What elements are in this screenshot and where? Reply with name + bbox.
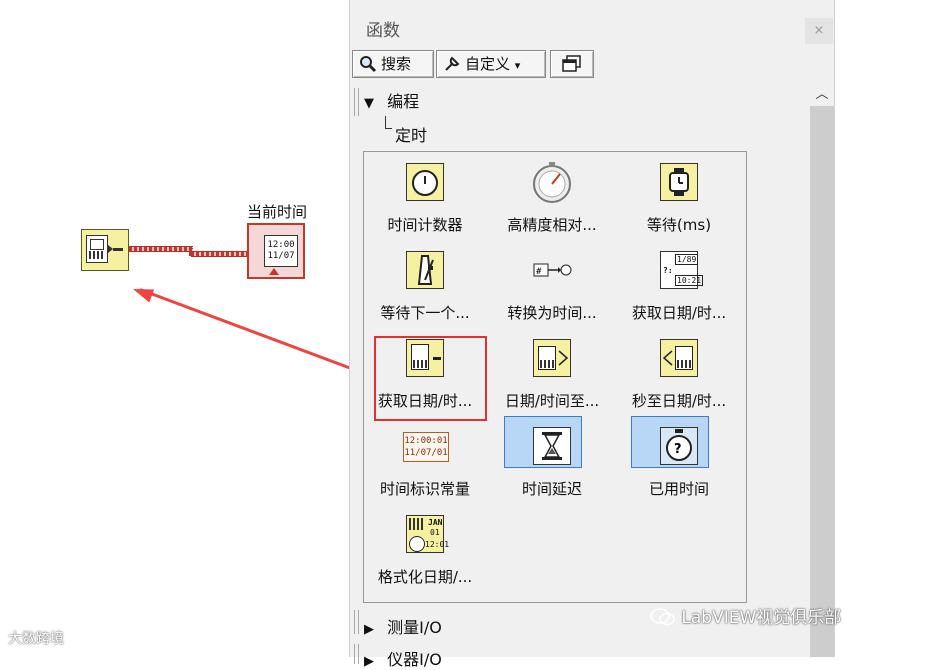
indicator-time-text: 12:00	[267, 240, 295, 250]
search-icon	[360, 56, 377, 73]
fn-label: 已用时间	[648, 480, 709, 498]
brand-watermark: LabVIEW视觉俱乐部	[650, 603, 841, 628]
get-date-time-string-icon: 1/89 10:21 ?:	[657, 248, 704, 292]
wait-ms-icon	[657, 160, 701, 204]
get-date-time-node[interactable]	[81, 229, 129, 271]
fn-label: 秒至日期/时...	[631, 392, 727, 410]
output-terminal[interactable]	[108, 245, 123, 253]
timestamp-wire-segment-2[interactable]	[191, 251, 249, 257]
brand-watermark-text: LabVIEW视觉俱乐部	[681, 608, 842, 628]
hash-question-glyph: ?:	[663, 266, 673, 275]
search-button[interactable]: 搜索	[352, 50, 434, 78]
fn-label: 时间标识常量	[379, 480, 470, 498]
fn-label: 等待(ms)	[646, 216, 712, 234]
seconds-to-date-time-icon	[657, 336, 701, 380]
tree-edge-1	[354, 88, 359, 116]
category-measurement-io[interactable]: ▶ 测量I/O	[364, 614, 442, 638]
annotation-highlight-box	[374, 336, 487, 421]
scrollbar-thumb[interactable]	[810, 106, 834, 657]
caret-right-icon: ▶	[364, 654, 374, 669]
metronome-icon	[403, 248, 447, 292]
convert-to-timestamp-icon: #	[530, 248, 574, 292]
tick-count-icon	[403, 160, 447, 204]
fn-wait-ms[interactable]: 等待(ms)	[617, 160, 741, 235]
tree-edge-2	[354, 610, 359, 634]
close-button[interactable]: ×	[805, 18, 833, 44]
fn-timestamp-constant[interactable]: 12:00:01 11/07/01 时间标识常量	[363, 424, 487, 499]
fn-seconds-to-date-time[interactable]: 秒至日期/时...	[617, 336, 741, 411]
category-measurement-io-label: 测量I/O	[387, 618, 442, 637]
customize-label: 自定义	[465, 55, 511, 73]
format-date-time-icon: JAN 01 12:01	[403, 512, 450, 556]
current-time-indicator[interactable]: 12:00 11/07	[247, 223, 305, 279]
category-programming-label: 编程	[387, 92, 420, 111]
customize-button[interactable]: 自定义 ▾	[436, 50, 546, 78]
fn-tick-count[interactable]: 时间计数器	[363, 160, 487, 235]
category-instrument-io-label: 仪器I/O	[387, 650, 442, 669]
fn-date-time-to-seconds[interactable]: 日期/时间至...	[490, 336, 614, 411]
wrench-icon	[445, 56, 460, 71]
fn-format-date-time[interactable]: JAN 01 12:01 格式化日期/...	[363, 512, 487, 587]
const-date-text: 11/07/01	[404, 448, 448, 458]
subcategory-timing[interactable]: 定时	[384, 116, 427, 146]
calendar-icon	[86, 235, 108, 263]
corner-watermark: 大数跨境	[8, 631, 64, 647]
svg-text:#: #	[536, 267, 542, 277]
annotation-arrow-line	[139, 288, 373, 378]
caret-down-icon: ▼	[364, 96, 374, 111]
chevron-down-icon: ▾	[514, 59, 521, 72]
format-day-text: 01	[430, 528, 440, 537]
fn-label: 时间延迟	[521, 480, 582, 498]
fn-time-delay[interactable]: 时间延迟	[490, 416, 614, 499]
stopwatch-icon	[530, 160, 574, 204]
time-display: 12:00 11/07	[264, 235, 298, 267]
indicator-date-text: 11/07	[267, 251, 295, 261]
fn-label: 日期/时间至...	[504, 392, 600, 410]
annotation-arrow-head-icon	[130, 282, 155, 303]
fn-label: 格式化日期/...	[377, 568, 473, 586]
fn-label: 获取日期/时...	[631, 304, 727, 322]
format-month-text: JAN	[428, 518, 443, 527]
tree-edge-3	[354, 644, 359, 664]
wechat-icon	[650, 608, 675, 626]
fn-wait-next-multiple[interactable]: 等待下一个...	[363, 248, 487, 323]
hourglass-icon	[504, 416, 582, 468]
fn-label: 等待下一个...	[380, 304, 470, 322]
fn-elapsed-time[interactable]: ? 已用时间	[617, 416, 741, 499]
svg-text:?: ?	[674, 442, 682, 457]
fn-high-res-relative-seconds[interactable]: 高精度相对...	[490, 160, 614, 235]
window-restore-icon	[562, 55, 581, 72]
caret-right-icon: ▶	[364, 622, 374, 637]
date-string-text: 1/89	[675, 254, 699, 265]
vertical-scrollbar[interactable]: ︿	[810, 84, 834, 657]
time-string-text: 10:21	[675, 275, 704, 286]
timestamp-constant-icon: 12:00:01 11/07/01	[403, 424, 449, 468]
elapsed-time-icon: ?	[631, 416, 709, 468]
timestamp-wire-segment-1[interactable]	[129, 246, 193, 252]
palette-title: 函数	[366, 21, 400, 41]
fn-convert-to-timestamp[interactable]: # 转换为时间...	[490, 248, 614, 323]
fn-label: 高精度相对...	[507, 216, 597, 234]
const-time-text: 12:00:01	[404, 436, 448, 446]
fn-label: 转换为时间...	[507, 304, 597, 322]
scroll-up-icon[interactable]: ︿	[810, 84, 834, 106]
category-programming[interactable]: ▼ 编程	[364, 88, 419, 112]
pin-window-button[interactable]	[550, 50, 594, 78]
indicator-label: 当前时间	[247, 203, 308, 221]
fn-get-date-time-string[interactable]: 1/89 10:21 ?: 获取日期/时...	[617, 248, 741, 323]
date-time-to-seconds-icon	[530, 336, 574, 380]
indicator-input-arrow-icon	[269, 268, 279, 275]
search-label: 搜索	[381, 55, 412, 73]
format-time-text: 12:01	[425, 540, 450, 549]
fn-label: 时间计数器	[387, 216, 463, 234]
category-instrument-io[interactable]: ▶ 仪器I/O	[364, 646, 442, 670]
